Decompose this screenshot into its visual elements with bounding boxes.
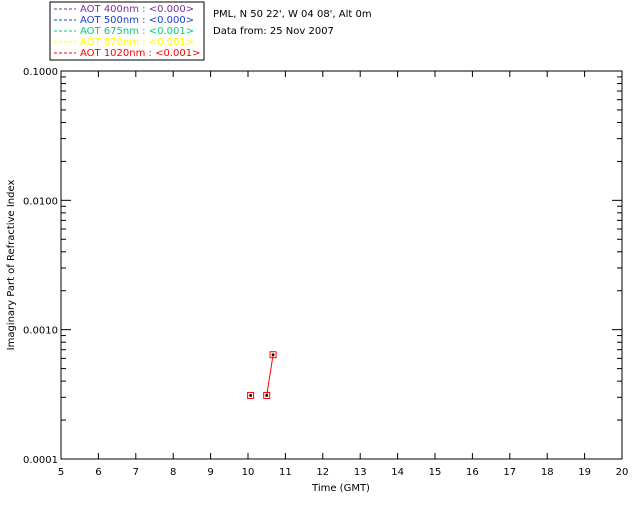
x-tick-label: 5 (58, 467, 64, 478)
data-point-center (265, 394, 269, 397)
series-layer (247, 351, 277, 399)
x-tick-label: 12 (316, 467, 329, 478)
x-tick-label: 15 (429, 467, 442, 478)
y-axis: 0.0001 0.0010 0.0100 0.1000 (23, 67, 622, 466)
chart: AOT 400nm : <0.000>AOT 500nm : <0.000>AO… (6, 1, 629, 494)
legend-entry: AOT 870nm : <0.001> (80, 37, 194, 48)
x-tick-label: 18 (541, 467, 554, 478)
y-tick-label: 0.0100 (23, 196, 58, 207)
data-date: Data from: 25 Nov 2007 (213, 26, 334, 37)
x-axis: 5 6 7 8 9 10 11 12 13 14 15 16 17 18 19 20 (58, 71, 629, 478)
x-tick-label: 7 (133, 467, 139, 478)
x-tick-label: 6 (95, 467, 101, 478)
y-tick-label: 0.0001 (23, 455, 58, 466)
legend-entry: AOT 1020nm : <0.001> (80, 48, 200, 59)
x-tick-label: 14 (391, 467, 404, 478)
data-point-center (249, 394, 253, 397)
y-tick-label: 0.1000 (23, 67, 58, 78)
x-tick-label: 10 (242, 467, 255, 478)
x-tick-label: 13 (354, 467, 367, 478)
y-tick-label: 0.0010 (23, 326, 58, 337)
x-tick-label: 8 (170, 467, 176, 478)
legend-entry: AOT 400nm : <0.000> (80, 4, 194, 15)
x-tick-label: 19 (578, 467, 591, 478)
legend: AOT 400nm : <0.000>AOT 500nm : <0.000>AO… (49, 1, 205, 61)
plot-frame (60, 70, 623, 460)
x-tick-label: 11 (279, 467, 292, 478)
legend-entry: AOT 500nm : <0.000> (80, 15, 194, 26)
legend-entry: AOT 675nm : <0.001> (80, 26, 194, 37)
x-tick-label: 20 (616, 467, 629, 478)
x-tick-label: 17 (503, 467, 516, 478)
y-axis-label: Imaginary Part of Refractive Index (6, 180, 17, 351)
data-point-center (271, 353, 275, 357)
site-info: PML, N 50 22', W 04 08', Alt 0m (213, 9, 372, 20)
x-axis-label: Time (GMT) (311, 483, 370, 494)
series-line (266, 354, 274, 396)
x-tick-label: 16 (466, 467, 479, 478)
x-tick-label: 9 (207, 467, 213, 478)
